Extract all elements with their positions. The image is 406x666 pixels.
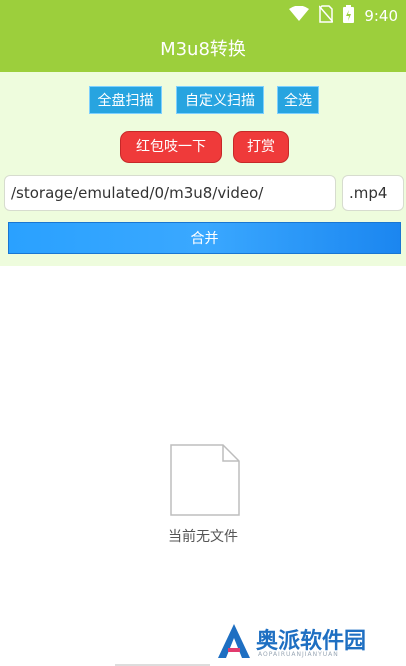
app-title: M3u8转换 <box>0 32 406 72</box>
watermark-sub-text: AOPAIRUANJIANYUAN <box>258 651 339 658</box>
status-bar: 9:40 <box>0 0 406 32</box>
wifi-icon <box>289 5 310 26</box>
file-icon <box>170 444 240 516</box>
watermark: 奥派软件园 AOPAIRUANJIANYUAN <box>216 622 400 662</box>
custom-scan-button[interactable]: 自定义扫描 <box>176 86 264 114</box>
select-all-button[interactable]: 全选 <box>277 86 319 114</box>
tip-button[interactable]: 打赏 <box>233 131 289 163</box>
status-time: 9:40 <box>364 7 398 25</box>
merge-button[interactable]: 合并 <box>8 222 401 254</box>
watermark-logo-icon <box>218 624 250 658</box>
full-scan-button[interactable]: 全盘扫描 <box>89 86 162 114</box>
extension-field[interactable]: .mp4 <box>342 175 404 211</box>
empty-state-text: 当前无文件 <box>168 529 238 545</box>
no-sim-icon <box>318 5 334 27</box>
red-packet-button[interactable]: 红包吱一下 <box>120 131 222 163</box>
path-field[interactable]: /storage/emulated/0/m3u8/video/ <box>4 175 336 211</box>
battery-icon <box>343 5 355 27</box>
